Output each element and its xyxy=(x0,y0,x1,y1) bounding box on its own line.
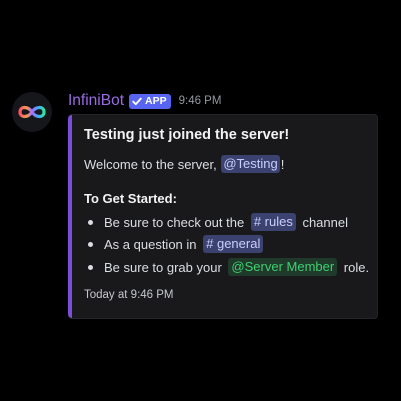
message-timestamp[interactable]: 9:46 PM xyxy=(179,95,222,107)
welcome-embed: Testing just joined the server! Welcome … xyxy=(68,114,378,319)
bullet-dot xyxy=(88,241,93,247)
list-item-text: Be sure to grab your xyxy=(104,259,226,275)
role-mention-server-member[interactable]: @Server Member xyxy=(228,258,338,276)
embed-accent-bar xyxy=(68,115,72,318)
embed-footer: Today at 9:46 PM xyxy=(84,289,174,301)
bot-avatar[interactable] xyxy=(12,92,52,132)
section-heading: To Get Started: xyxy=(84,191,177,206)
channel-mention-rules[interactable]: # rules xyxy=(250,213,296,231)
verified-check-icon xyxy=(132,97,142,105)
user-mention[interactable]: @Testing xyxy=(221,155,280,173)
bullet-dot xyxy=(88,264,93,270)
welcome-suffix: ! xyxy=(280,156,285,172)
list-item: Be sure to check out the # rules channel xyxy=(84,212,348,232)
list-item-text: role. xyxy=(340,259,370,275)
message-header: InfiniBot APP 9:46 PM xyxy=(68,90,221,112)
bot-message: InfiniBot APP 9:46 PM Testing just joine… xyxy=(0,0,401,401)
welcome-line: Welcome to the server, @Testing ! xyxy=(84,154,284,174)
infinity-logo-icon xyxy=(18,105,46,119)
bullet-dot xyxy=(88,219,93,225)
embed-title: Testing just joined the server! xyxy=(84,127,290,143)
list-item-text: Be sure to check out the xyxy=(104,214,248,230)
list-item-text: channel xyxy=(298,214,348,230)
list-item: Be sure to grab your @Server Member role… xyxy=(84,257,369,277)
welcome-prefix: Welcome to the server, xyxy=(84,156,221,172)
list-item: As a question in # general xyxy=(84,234,266,254)
app-badge-label: APP xyxy=(145,94,167,107)
channel-mention-general[interactable]: # general xyxy=(203,235,264,253)
author-name[interactable]: InfiniBot xyxy=(68,92,124,110)
list-item-text: As a question in xyxy=(104,236,201,252)
app-badge: APP xyxy=(129,93,171,109)
